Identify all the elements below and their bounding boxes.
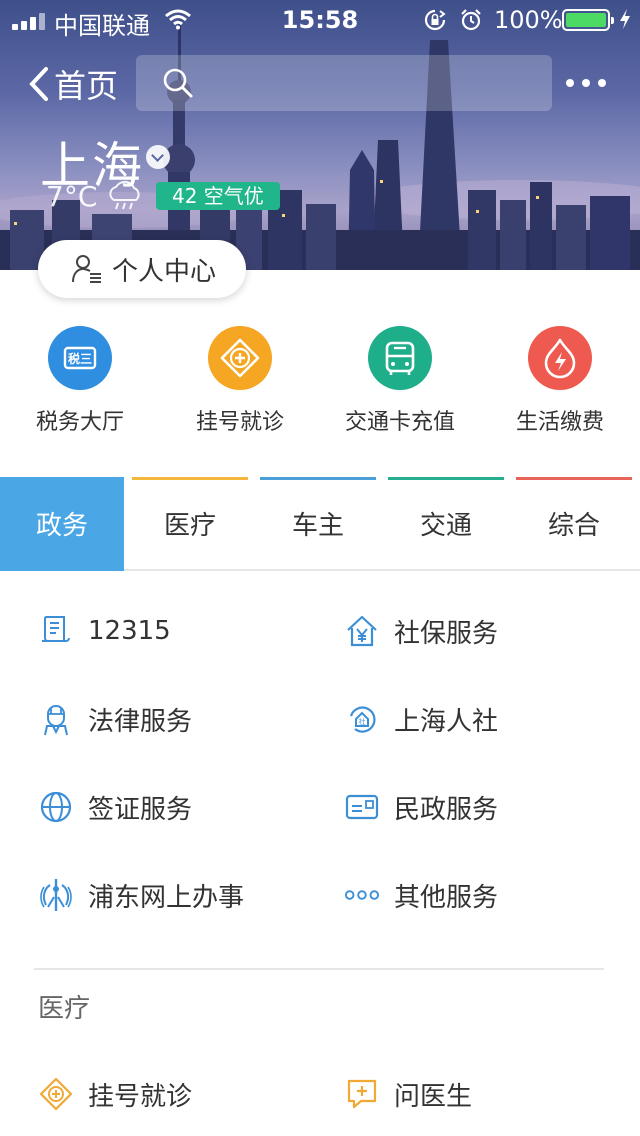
tab-label: 交通 (419, 511, 472, 541)
alarm-icon (461, 9, 481, 31)
chat-plus-icon (344, 1076, 380, 1112)
search-icon (163, 68, 193, 98)
globe-icon (38, 789, 74, 825)
tab-label: 医疗 (163, 511, 216, 541)
tax-icon: 税三 (48, 326, 112, 390)
quick-label: 挂号就诊 (195, 410, 284, 435)
service-label: 其他服务 (394, 882, 499, 913)
quick-transit-card[interactable]: 交通卡充值 (320, 326, 480, 436)
service-label: 挂号就诊 (88, 1081, 193, 1112)
quick-label: 生活缴费 (515, 410, 604, 435)
chevron-left-icon (29, 67, 48, 101)
svg-text:税三: 税三 (68, 351, 92, 366)
service-pudong-online[interactable]: 浦东网上办事 (38, 867, 244, 923)
tab-medical[interactable]: 医疗 (128, 477, 252, 571)
tab-general[interactable]: 综合 (512, 477, 636, 571)
cloudy-rain-icon (109, 180, 140, 210)
air-quality-badge: 42 空气优 (156, 182, 280, 210)
tab-label: 车主 (291, 511, 344, 541)
service-12315[interactable]: 12315 (38, 603, 171, 659)
more-circles-icon (344, 877, 380, 913)
temperature: 7°C (46, 180, 98, 213)
status-bar: 中国联通 15:58 100% (0, 0, 640, 40)
personal-center-label: 个人中心 (112, 256, 217, 287)
quick-label: 交通卡充值 (344, 410, 455, 435)
battery-percent: 100% (494, 6, 563, 34)
tab-label: 综合 (547, 511, 600, 541)
judge-icon (38, 701, 74, 737)
search-input[interactable] (206, 63, 536, 103)
service-legal[interactable]: 法律服务 (38, 691, 192, 747)
id-card-icon (344, 789, 380, 825)
personal-center-button[interactable]: 个人中心 (38, 240, 246, 298)
medical-registration[interactable]: 挂号就诊 (38, 1066, 192, 1122)
document-scroll-icon (38, 613, 74, 649)
service-label: 浦东网上办事 (88, 882, 245, 913)
header-hero: 中国联通 15:58 100% 首页 上海 7°C 42 空气优 (0, 0, 640, 270)
tab-car-owner[interactable]: 车主 (256, 477, 380, 571)
quick-registration[interactable]: 挂号就诊 (160, 326, 320, 436)
service-label: 法律服务 (88, 706, 193, 737)
bus-icon (368, 326, 432, 390)
service-visa[interactable]: 签证服务 (38, 779, 192, 835)
service-label: 12315 (88, 616, 171, 646)
user-list-icon (72, 255, 101, 283)
utility-bolt-icon (528, 326, 592, 390)
medical-cross-icon (38, 1076, 74, 1112)
charging-icon (620, 9, 630, 29)
service-label: 签证服务 (88, 794, 193, 825)
service-civil-affairs[interactable]: 民政服务 (344, 779, 498, 835)
service-label: 上海人社 (394, 706, 499, 737)
category-tabs: 政务 医疗 车主 交通 综合 (0, 477, 640, 571)
back-label: 首页 (54, 67, 119, 105)
battery-icon (562, 9, 614, 31)
service-label: 问医生 (394, 1081, 473, 1112)
service-label: 民政服务 (394, 794, 499, 825)
pudong-emblem-icon (38, 877, 74, 913)
tab-government[interactable]: 政务 (0, 477, 124, 571)
quick-services: 税三 税务大厅 挂号就诊 交通卡充值 生活缴费 (0, 326, 640, 446)
service-social-security[interactable]: 社保服务 (344, 603, 498, 659)
service-label: 社保服务 (394, 618, 499, 649)
more-dots-icon[interactable] (562, 70, 610, 96)
service-shanghai-hrss[interactable]: 社 上海人社 (344, 691, 498, 747)
svg-text:社: 社 (359, 717, 366, 726)
tab-label: 政务 (35, 511, 88, 541)
medical-section-title: 医疗 (38, 994, 91, 1024)
quick-tax-hall[interactable]: 税三 税务大厅 (0, 326, 160, 436)
service-other[interactable]: 其他服务 (344, 867, 498, 923)
tab-transport[interactable]: 交通 (384, 477, 508, 571)
city-dropdown-icon[interactable] (146, 145, 170, 169)
section-divider (34, 968, 604, 970)
medical-cross-icon (208, 326, 272, 390)
back-button[interactable]: 首页 (28, 62, 118, 106)
quick-label: 税务大厅 (35, 410, 124, 435)
quick-utility-payment[interactable]: 生活缴费 (480, 326, 640, 436)
search-bar[interactable] (136, 55, 552, 111)
social-security-house-icon (344, 613, 380, 649)
rotation-lock-icon (424, 9, 446, 31)
shanghai-hrss-icon: 社 (344, 701, 380, 737)
ask-doctor[interactable]: 问医生 (344, 1066, 472, 1122)
